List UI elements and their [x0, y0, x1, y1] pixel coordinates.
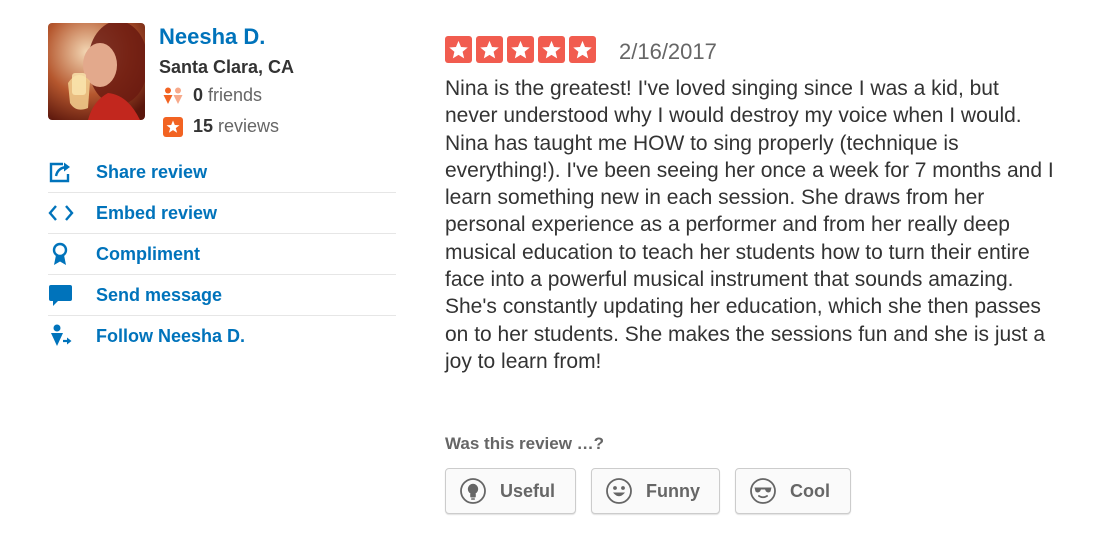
compliment-icon — [48, 242, 78, 266]
embed-icon — [48, 201, 78, 225]
smiley-icon — [606, 478, 632, 504]
compliment-button[interactable]: Compliment — [48, 234, 396, 275]
funny-button[interactable]: Funny — [591, 468, 720, 514]
follow-user-button[interactable]: Follow Neesha D. — [48, 316, 396, 356]
message-icon — [48, 283, 78, 307]
review-text: Nina is the greatest! I've loved singing… — [445, 77, 1054, 373]
star-icon — [507, 36, 534, 63]
compliment-label: Compliment — [96, 243, 201, 264]
lightbulb-icon — [460, 478, 486, 504]
friends-count: 0 — [193, 85, 204, 105]
embed-review-label: Embed review — [96, 202, 218, 223]
feedback-question: Was this review …? — [445, 434, 605, 453]
useful-button[interactable]: Useful — [445, 468, 576, 514]
send-message-label: Send message — [96, 284, 223, 305]
friends-icon — [162, 86, 184, 106]
star-icon — [538, 36, 565, 63]
user-location: Santa Clara, CA — [159, 57, 295, 77]
share-review-label: Share review — [96, 161, 208, 182]
reviews-stat: 15 reviews — [162, 116, 279, 137]
embed-review-button[interactable]: Embed review — [48, 193, 396, 234]
send-message-button[interactable]: Send message — [48, 275, 396, 316]
star-rating — [445, 36, 600, 63]
share-review-button[interactable]: Share review — [48, 152, 396, 193]
useful-label: Useful — [500, 480, 556, 501]
review-actions: Share review Embed review Compliment Sen… — [48, 152, 396, 356]
reviews-icon — [162, 116, 184, 137]
share-icon — [48, 160, 78, 184]
cool-button[interactable]: Cool — [735, 468, 851, 514]
avatar-photo — [48, 23, 145, 120]
friends-stat: 0 friends — [162, 85, 262, 106]
review-date: 2/16/2017 — [619, 39, 717, 64]
friends-label: friends — [208, 85, 263, 105]
cool-label: Cool — [790, 480, 830, 501]
follow-user-label: Follow Neesha D. — [96, 325, 246, 346]
vote-buttons: Useful Funny Cool — [445, 468, 866, 514]
sunglasses-icon — [750, 478, 776, 504]
user-name-link[interactable]: Neesha D. — [159, 24, 265, 50]
follow-icon — [48, 324, 78, 348]
star-icon — [476, 36, 503, 63]
star-icon — [569, 36, 596, 63]
funny-label: Funny — [646, 480, 700, 501]
reviews-count: 15 — [193, 116, 214, 136]
star-icon — [445, 36, 472, 63]
reviews-label: reviews — [218, 116, 280, 136]
user-avatar[interactable] — [48, 23, 145, 120]
